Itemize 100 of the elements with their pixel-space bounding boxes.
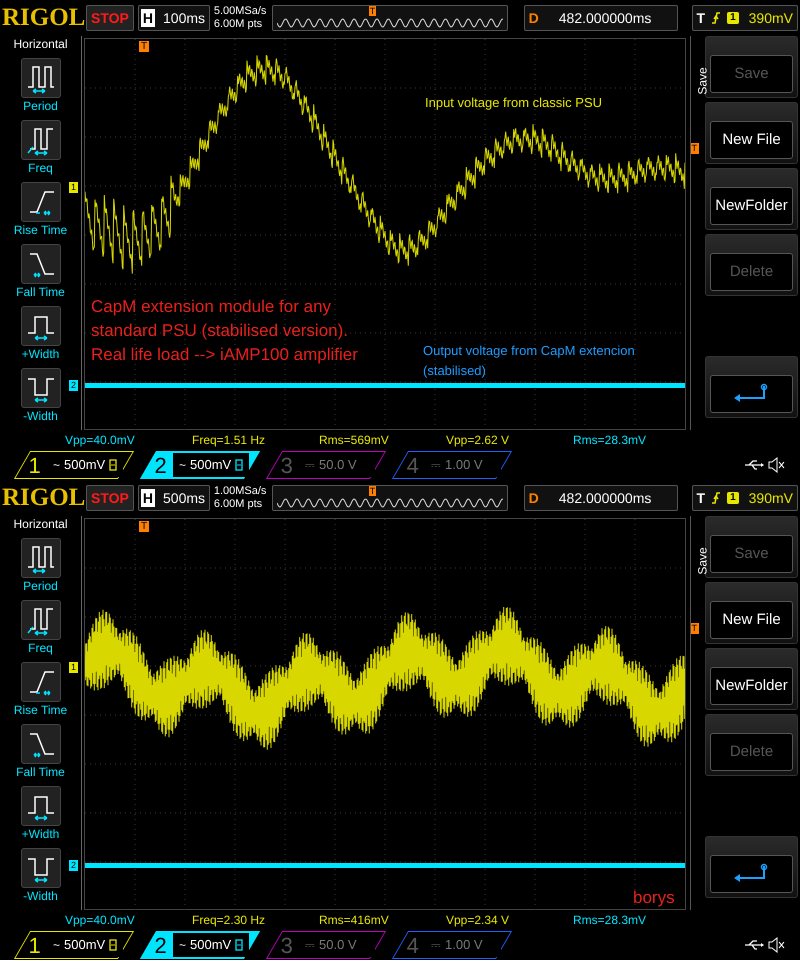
trigger-level: 390mV — [748, 8, 793, 28]
sample-rate: 5.00MSa/s — [214, 5, 268, 18]
brand-logo: RIGOL — [2, 483, 82, 514]
measure-button[interactable] — [20, 120, 60, 160]
menu-title: Horizontal — [13, 36, 68, 52]
measure-button[interactable] — [20, 182, 60, 222]
trigger-time-marker: T — [139, 41, 150, 52]
trigger-level: 390mV — [748, 488, 793, 508]
measurement-reading: Freq=2.30 Hz — [192, 912, 266, 929]
measurement-reading: Rms=416mV — [319, 912, 390, 929]
measure-button[interactable] — [20, 662, 60, 702]
annotation-text: Input voltage from classic PSU — [425, 94, 602, 112]
measure-label: Rise Time — [14, 222, 68, 238]
memory-depth: 6.00M pts — [214, 498, 264, 511]
channel-tab[interactable]: 3 ⎓ 50.0 V — [266, 931, 386, 959]
timebase-value: 100ms — [163, 8, 206, 28]
run-stop-button[interactable]: STOP — [86, 5, 134, 31]
channel-tab[interactable]: 4 ⎓ 1.00 V — [392, 931, 512, 959]
measurement-reading: Vpp=40.0mV — [65, 912, 136, 929]
coupling-symbol: ~ — [52, 937, 60, 954]
mute-icon — [768, 937, 786, 953]
channel-scale: 500mV — [64, 936, 105, 954]
softkey-button[interactable]: New File — [710, 121, 793, 159]
bandwidth-limit-icon — [109, 459, 117, 471]
measure-button[interactable] — [20, 58, 60, 98]
bandwidth-limit-icon — [235, 939, 243, 951]
trigger-source-badge: 1 — [727, 12, 739, 24]
measure-label: -Width — [23, 888, 58, 904]
measure-label: Freq — [28, 640, 53, 656]
run-stop-button[interactable]: STOP — [86, 485, 134, 511]
channel-number: 4 — [406, 452, 420, 480]
trigger-label: T — [696, 8, 706, 28]
softkey-button[interactable]: NewFolder — [710, 667, 793, 705]
channel-number: 1 — [28, 932, 42, 960]
channel-number: 2 — [154, 932, 168, 960]
measure-button[interactable] — [20, 848, 60, 888]
channel-number: 3 — [280, 932, 294, 960]
channel-tab[interactable]: 2 ~ 500mV — [140, 451, 260, 479]
measure-button[interactable] — [20, 306, 60, 346]
coupling-symbol: ⎓ — [305, 457, 315, 474]
mute-icon — [768, 457, 786, 473]
measure-button[interactable] — [20, 724, 60, 764]
rising-edge-icon — [711, 491, 722, 505]
channel-scale: 500mV — [190, 456, 231, 474]
channel-tab[interactable]: 1 ~ 500mV — [14, 931, 134, 959]
memory-depth: 6.00M pts — [214, 18, 264, 31]
measure-label: Rise Time — [14, 702, 68, 718]
usb-icon — [744, 460, 764, 470]
menu-title: Horizontal — [13, 516, 68, 532]
delay-label: D — [528, 488, 539, 508]
horizontal-badge: H — [140, 489, 155, 507]
channel-scale: 50.0 V — [319, 456, 357, 474]
softkey-button[interactable]: NewFolder — [710, 187, 793, 225]
channel-scale: 500mV — [190, 936, 231, 954]
measure-button[interactable] — [20, 368, 60, 408]
trigger-label: T — [696, 488, 706, 508]
horizontal-badge: H — [140, 9, 155, 27]
annotation-text: borys — [633, 887, 675, 909]
bandwidth-limit-icon — [235, 459, 243, 471]
measure-label: +Width — [22, 346, 60, 362]
bandwidth-limit-icon — [109, 939, 117, 951]
measurement-reading: Rms=569mV — [319, 432, 390, 449]
channel-tab[interactable]: 1 ~ 500mV — [14, 451, 134, 479]
menu-title: Save — [694, 547, 711, 575]
measure-label: Fall Time — [16, 764, 65, 780]
sample-rate: 1.00MSa/s — [214, 485, 268, 498]
coupling-symbol: ⎓ — [305, 937, 315, 954]
measure-button[interactable] — [20, 538, 60, 578]
coupling-symbol: ~ — [178, 937, 186, 954]
coupling-symbol: ⎓ — [431, 457, 441, 474]
channel-number: 2 — [154, 452, 168, 480]
delay-value: 482.000000ms — [558, 488, 652, 508]
coupling-symbol: ~ — [178, 457, 186, 474]
channel-tab[interactable]: 4 ⎓ 1.00 V — [392, 451, 512, 479]
trigger-source-badge: 1 — [727, 492, 739, 504]
channel-tab[interactable]: 2 ~ 500mV — [140, 931, 260, 959]
measure-button[interactable] — [20, 786, 60, 826]
measure-label: -Width — [23, 408, 58, 424]
measure-label: Fall Time — [16, 284, 65, 300]
channel-scale: 1.00 V — [445, 936, 483, 954]
channel-scale: 1.00 V — [445, 456, 483, 474]
measurement-reading: Freq=1.51 Hz — [192, 432, 266, 449]
delay-value: 482.000000ms — [558, 8, 652, 28]
channel-scale: 500mV — [64, 456, 105, 474]
trigger-time-marker: T — [139, 521, 150, 532]
measure-button[interactable] — [20, 244, 60, 284]
coupling-symbol: ~ — [52, 457, 60, 474]
channel-marker: 2 — [69, 860, 78, 871]
softkey-button[interactable]: New File — [710, 601, 793, 639]
measurement-reading: Rms=28.3mV — [573, 432, 648, 449]
channel-tab[interactable]: 3 ⎓ 50.0 V — [266, 451, 386, 479]
measurement-reading: Rms=28.3mV — [573, 912, 648, 929]
channel-number: 3 — [280, 452, 294, 480]
annotation-text: CapM extension module for any standard PSU (stabilised version). Real life load --> iAMP100 amplifier — [91, 296, 358, 366]
back-button[interactable] — [710, 855, 793, 893]
measurement-reading: Vpp=40.0mV — [65, 432, 136, 449]
measure-label: +Width — [22, 826, 60, 842]
measure-button[interactable] — [20, 600, 60, 640]
measurement-reading: Vpp=2.34 V — [446, 912, 510, 929]
back-button[interactable] — [710, 375, 793, 413]
